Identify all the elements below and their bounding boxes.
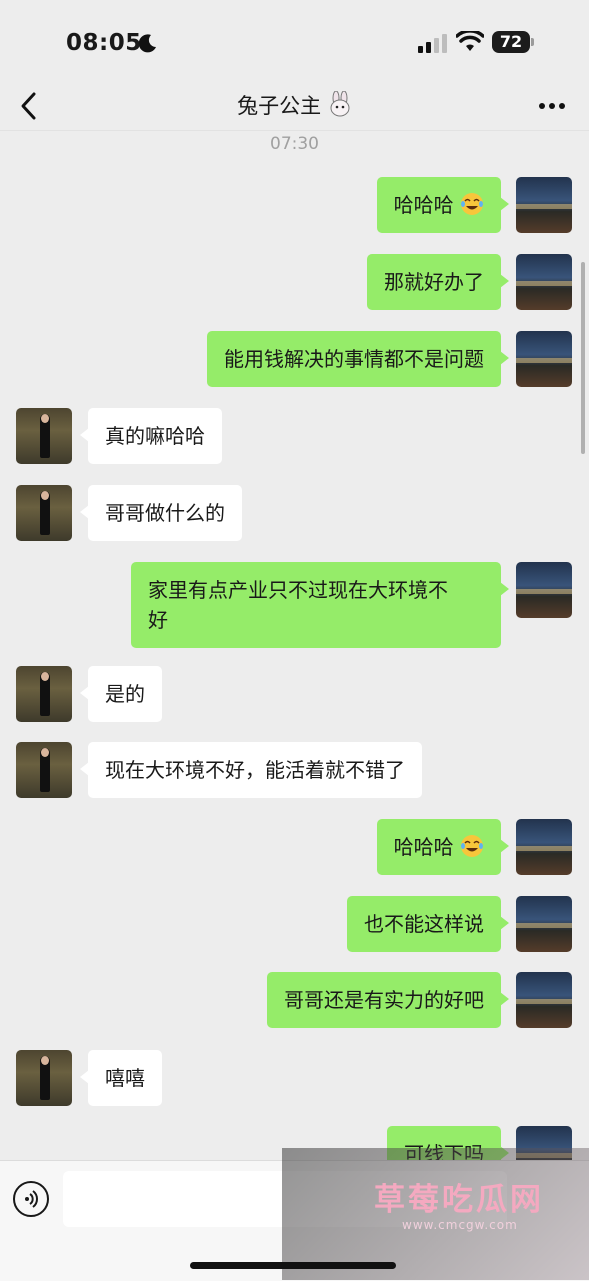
my-avatar[interactable] bbox=[516, 819, 572, 875]
message-timestamp: 07:30 bbox=[270, 134, 319, 154]
incoming-bubble[interactable]: 嘻嘻 bbox=[80, 1050, 162, 1106]
status-bar: 08:05 72 bbox=[0, 0, 589, 84]
chat-title: 兔子公主 bbox=[0, 90, 589, 120]
contact-avatar[interactable] bbox=[16, 408, 72, 464]
voice-icon bbox=[25, 1190, 38, 1208]
my-avatar[interactable] bbox=[516, 254, 572, 310]
battery-tip bbox=[531, 38, 534, 46]
incoming-bubble[interactable]: 哥哥做什么的 bbox=[80, 485, 242, 541]
laughing-tears-emoji-icon bbox=[461, 193, 483, 215]
my-avatar[interactable] bbox=[516, 562, 572, 618]
contact-avatar[interactable] bbox=[16, 485, 72, 541]
outgoing-bubble[interactable]: 那就好办了 bbox=[367, 254, 509, 310]
outgoing-bubble[interactable]: 哥哥还是有实力的好吧 bbox=[267, 972, 509, 1028]
more-options-icon[interactable] bbox=[532, 88, 572, 124]
message-text-line: 好 bbox=[148, 608, 168, 632]
outgoing-bubble[interactable]: 家里有点产业只不过现在大环境不 好 bbox=[131, 562, 509, 648]
my-avatar[interactable] bbox=[516, 972, 572, 1028]
battery-level: 72 bbox=[492, 31, 530, 53]
message-text: 哈哈哈 bbox=[393, 193, 454, 217]
scrollbar[interactable] bbox=[581, 262, 585, 454]
message-text-line: 家里有点产业只不过现在大环境不 bbox=[148, 578, 448, 602]
message-text: 哈哈哈 bbox=[393, 835, 454, 859]
rabbit-icon bbox=[330, 90, 350, 117]
my-avatar[interactable] bbox=[516, 896, 572, 952]
watermark-overlay: 草莓吃瓜网 www.cmcgw.com bbox=[282, 1148, 589, 1280]
battery-indicator: 72 bbox=[492, 31, 536, 55]
contact-avatar[interactable] bbox=[16, 1050, 72, 1106]
contact-avatar[interactable] bbox=[16, 666, 72, 722]
my-avatar[interactable] bbox=[516, 177, 572, 233]
laughing-tears-emoji-icon bbox=[461, 835, 483, 857]
watermark-url: www.cmcgw.com bbox=[402, 1218, 518, 1232]
outgoing-bubble[interactable]: 也不能这样说 bbox=[347, 896, 509, 952]
status-time: 08:05 bbox=[66, 30, 142, 56]
incoming-bubble[interactable]: 是的 bbox=[80, 666, 162, 722]
moon-icon bbox=[138, 34, 156, 53]
my-avatar[interactable] bbox=[516, 331, 572, 387]
chat-header: 兔子公主 bbox=[0, 84, 589, 131]
wifi-icon bbox=[456, 31, 484, 51]
incoming-bubble[interactable]: 真的嘛哈哈 bbox=[80, 408, 222, 464]
contact-name: 兔子公主 bbox=[237, 94, 322, 118]
watermark-text: 草莓吃瓜网 bbox=[374, 1182, 544, 1218]
incoming-bubble[interactable]: 现在大环境不好，能活着就不错了 bbox=[80, 742, 422, 798]
voice-input-button[interactable] bbox=[13, 1181, 49, 1217]
outgoing-bubble[interactable]: 哈哈哈 bbox=[376, 177, 510, 233]
contact-avatar[interactable] bbox=[16, 742, 72, 798]
outgoing-bubble[interactable]: 能用钱解决的事情都不是问题 bbox=[207, 331, 509, 387]
outgoing-bubble[interactable]: 哈哈哈 bbox=[376, 819, 510, 875]
cellular-signal-icon bbox=[418, 34, 447, 53]
home-indicator[interactable] bbox=[190, 1262, 396, 1269]
